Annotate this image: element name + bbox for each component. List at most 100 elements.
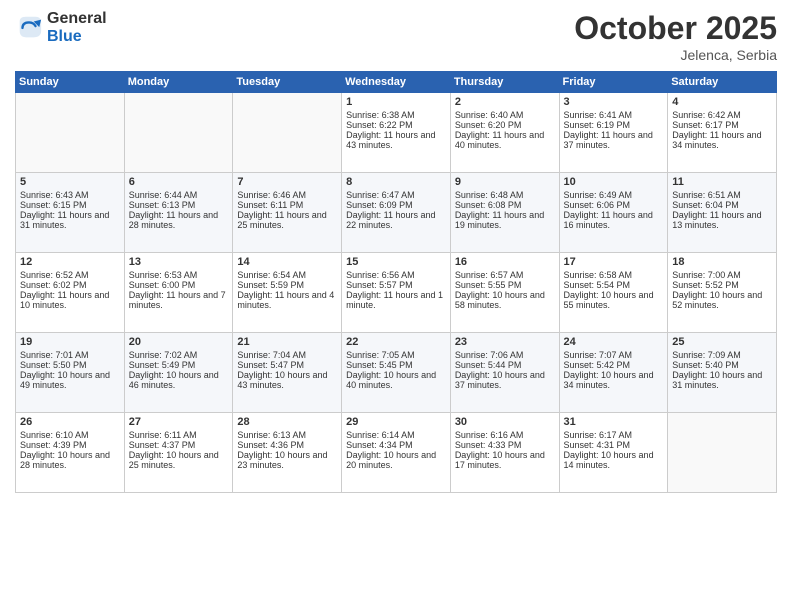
sunrise-text: Sunrise: 6:52 AM bbox=[20, 270, 120, 280]
day-number: 23 bbox=[455, 336, 555, 348]
day-number: 3 bbox=[564, 96, 664, 108]
calendar-header-row: Sunday Monday Tuesday Wednesday Thursday… bbox=[16, 72, 777, 93]
sunrise-text: Sunrise: 7:09 AM bbox=[672, 350, 772, 360]
calendar-cell: 27Sunrise: 6:11 AMSunset: 4:37 PMDayligh… bbox=[124, 413, 233, 493]
day-number: 8 bbox=[346, 176, 446, 188]
sunset-text: Sunset: 6:04 PM bbox=[672, 200, 772, 210]
sunrise-text: Sunrise: 6:10 AM bbox=[20, 430, 120, 440]
calendar-cell: 29Sunrise: 6:14 AMSunset: 4:34 PMDayligh… bbox=[342, 413, 451, 493]
col-sunday: Sunday bbox=[16, 72, 125, 93]
daylight-text: Daylight: 10 hours and 25 minutes. bbox=[129, 450, 229, 470]
calendar-week-4: 19 Sunrise: 7:01 AMSunset: 5:50 PM Dayligh… bbox=[16, 333, 777, 413]
calendar-cell: 26Sunrise: 6:10 AMSunset: 4:39 PMDayligh… bbox=[16, 413, 125, 493]
calendar-week-1: 1Sunrise: 6:38 AMSunset: 6:22 PMDaylight… bbox=[16, 93, 777, 173]
col-tuesday: Tuesday bbox=[233, 72, 342, 93]
calendar-cell bbox=[16, 93, 125, 173]
daylight-text: Daylight: 10 hours and 17 minutes. bbox=[455, 450, 555, 470]
day-number: 7 bbox=[237, 176, 337, 188]
daylight-text: Daylight: 11 hours and 13 minutes. bbox=[672, 210, 772, 230]
calendar-cell: 8Sunrise: 6:47 AMSunset: 6:09 PMDaylight… bbox=[342, 173, 451, 253]
daylight-text: Daylight: 10 hours and 14 minutes. bbox=[564, 450, 664, 470]
calendar-page: General Blue October 2025 Jelenca, Serbi… bbox=[0, 0, 792, 612]
day-number: 31 bbox=[564, 416, 664, 428]
calendar-cell: 30Sunrise: 6:16 AMSunset: 4:33 PMDayligh… bbox=[450, 413, 559, 493]
day-number: 21 bbox=[237, 336, 337, 348]
daylight-text: Daylight: 10 hours and 28 minutes. bbox=[20, 450, 120, 470]
day-number: 14 bbox=[237, 256, 337, 268]
title-block: October 2025 Jelenca, Serbia bbox=[574, 10, 777, 63]
daylight-text: Daylight: 10 hours and 55 minutes. bbox=[564, 290, 664, 310]
calendar-cell: 12Sunrise: 6:52 AMSunset: 6:02 PMDayligh… bbox=[16, 253, 125, 333]
calendar-cell: 10Sunrise: 6:49 AMSunset: 6:06 PMDayligh… bbox=[559, 173, 668, 253]
calendar-cell: 22Sunrise: 7:05 AMSunset: 5:45 PMDayligh… bbox=[342, 333, 451, 413]
day-number: 5 bbox=[20, 176, 120, 188]
sunrise-text: Sunrise: 7:05 AM bbox=[346, 350, 446, 360]
daylight-text: Daylight: 11 hours and 37 minutes. bbox=[564, 130, 664, 150]
day-number: 26 bbox=[20, 416, 120, 428]
sunrise-text: Sunrise: 7:06 AM bbox=[455, 350, 555, 360]
daylight-text: Daylight: 10 hours and 34 minutes. bbox=[564, 370, 664, 390]
sunset-text: Sunset: 4:36 PM bbox=[237, 440, 337, 450]
sunrise-text: Sunrise: 6:53 AM bbox=[129, 270, 229, 280]
calendar-cell: 18Sunrise: 7:00 AMSunset: 5:52 PMDayligh… bbox=[668, 253, 777, 333]
month-title: October 2025 bbox=[574, 10, 777, 47]
calendar-week-2: 5Sunrise: 6:43 AMSunset: 6:15 PMDaylight… bbox=[16, 173, 777, 253]
sunrise-text: Sunrise: 6:58 AM bbox=[564, 270, 664, 280]
calendar-cell: 9Sunrise: 6:48 AMSunset: 6:08 PMDaylight… bbox=[450, 173, 559, 253]
sunset-text: Sunset: 6:06 PM bbox=[564, 200, 664, 210]
sunrise-text: Sunrise: 6:57 AM bbox=[455, 270, 555, 280]
sunrise-text: Sunrise: 6:47 AM bbox=[346, 190, 446, 200]
day-number: 22 bbox=[346, 336, 446, 348]
calendar-cell: 16Sunrise: 6:57 AMSunset: 5:55 PMDayligh… bbox=[450, 253, 559, 333]
sunset-text: Sunset: 6:17 PM bbox=[672, 120, 772, 130]
calendar-week-3: 12Sunrise: 6:52 AMSunset: 6:02 PMDayligh… bbox=[16, 253, 777, 333]
day-number: 16 bbox=[455, 256, 555, 268]
calendar-cell: 2Sunrise: 6:40 AMSunset: 6:20 PMDaylight… bbox=[450, 93, 559, 173]
daylight-text: Daylight: 10 hours and 40 minutes. bbox=[346, 370, 446, 390]
calendar-cell: 6Sunrise: 6:44 AMSunset: 6:13 PMDaylight… bbox=[124, 173, 233, 253]
sunrise-text: Sunrise: 7:00 AM bbox=[672, 270, 772, 280]
day-number: 19 bbox=[20, 336, 120, 348]
sunset-text: Sunset: 6:13 PM bbox=[129, 200, 229, 210]
calendar-cell: 15Sunrise: 6:56 AMSunset: 5:57 PMDayligh… bbox=[342, 253, 451, 333]
day-number: 24 bbox=[564, 336, 664, 348]
sunrise-text: Sunrise: 7:02 AM bbox=[129, 350, 229, 360]
sunset-text: Sunset: 5:54 PM bbox=[564, 280, 664, 290]
daylight-text: Daylight: 11 hours and 7 minutes. bbox=[129, 290, 229, 310]
daylight-text: Daylight: 11 hours and 40 minutes. bbox=[455, 130, 555, 150]
sunset-text: Sunset: 6:02 PM bbox=[20, 280, 120, 290]
day-number: 18 bbox=[672, 256, 772, 268]
logo-icon bbox=[15, 14, 43, 42]
sunrise-text: Sunrise: 6:51 AM bbox=[672, 190, 772, 200]
daylight-text: Daylight: 11 hours and 43 minutes. bbox=[346, 130, 446, 150]
calendar-cell: 1Sunrise: 6:38 AMSunset: 6:22 PMDaylight… bbox=[342, 93, 451, 173]
calendar-cell: 5Sunrise: 6:43 AMSunset: 6:15 PMDaylight… bbox=[16, 173, 125, 253]
sunset-text: Sunset: 5:40 PM bbox=[672, 360, 772, 370]
daylight-text: Daylight: 10 hours and 58 minutes. bbox=[455, 290, 555, 310]
day-number: 30 bbox=[455, 416, 555, 428]
calendar-cell: 31Sunrise: 6:17 AMSunset: 4:31 PMDayligh… bbox=[559, 413, 668, 493]
sunrise-text: Sunrise: 6:56 AM bbox=[346, 270, 446, 280]
sunrise-text: Sunrise: 6:38 AM bbox=[346, 110, 446, 120]
calendar-cell: 11Sunrise: 6:51 AMSunset: 6:04 PMDayligh… bbox=[668, 173, 777, 253]
col-friday: Friday bbox=[559, 72, 668, 93]
sunset-text: Sunset: 6:08 PM bbox=[455, 200, 555, 210]
sunrise-text: Sunrise: 7:01 AM bbox=[20, 350, 120, 360]
calendar-cell: 28Sunrise: 6:13 AMSunset: 4:36 PMDayligh… bbox=[233, 413, 342, 493]
sunrise-text: Sunrise: 6:49 AM bbox=[564, 190, 664, 200]
daylight-text: Daylight: 11 hours and 1 minute. bbox=[346, 290, 446, 310]
calendar-cell bbox=[124, 93, 233, 173]
day-number: 6 bbox=[129, 176, 229, 188]
sunset-text: Sunset: 6:19 PM bbox=[564, 120, 664, 130]
day-number: 15 bbox=[346, 256, 446, 268]
daylight-text: Daylight: 10 hours and 20 minutes. bbox=[346, 450, 446, 470]
daylight-text: Daylight: 11 hours and 10 minutes. bbox=[20, 290, 120, 310]
col-thursday: Thursday bbox=[450, 72, 559, 93]
sunset-text: Sunset: 5:42 PM bbox=[564, 360, 664, 370]
sunrise-text: Sunrise: 7:07 AM bbox=[564, 350, 664, 360]
day-number: 17 bbox=[564, 256, 664, 268]
sunset-text: Sunset: 5:50 PM bbox=[20, 360, 120, 370]
sunset-text: Sunset: 6:20 PM bbox=[455, 120, 555, 130]
daylight-text: Daylight: 11 hours and 25 minutes. bbox=[237, 210, 337, 230]
calendar-cell: 23Sunrise: 7:06 AMSunset: 5:44 PMDayligh… bbox=[450, 333, 559, 413]
